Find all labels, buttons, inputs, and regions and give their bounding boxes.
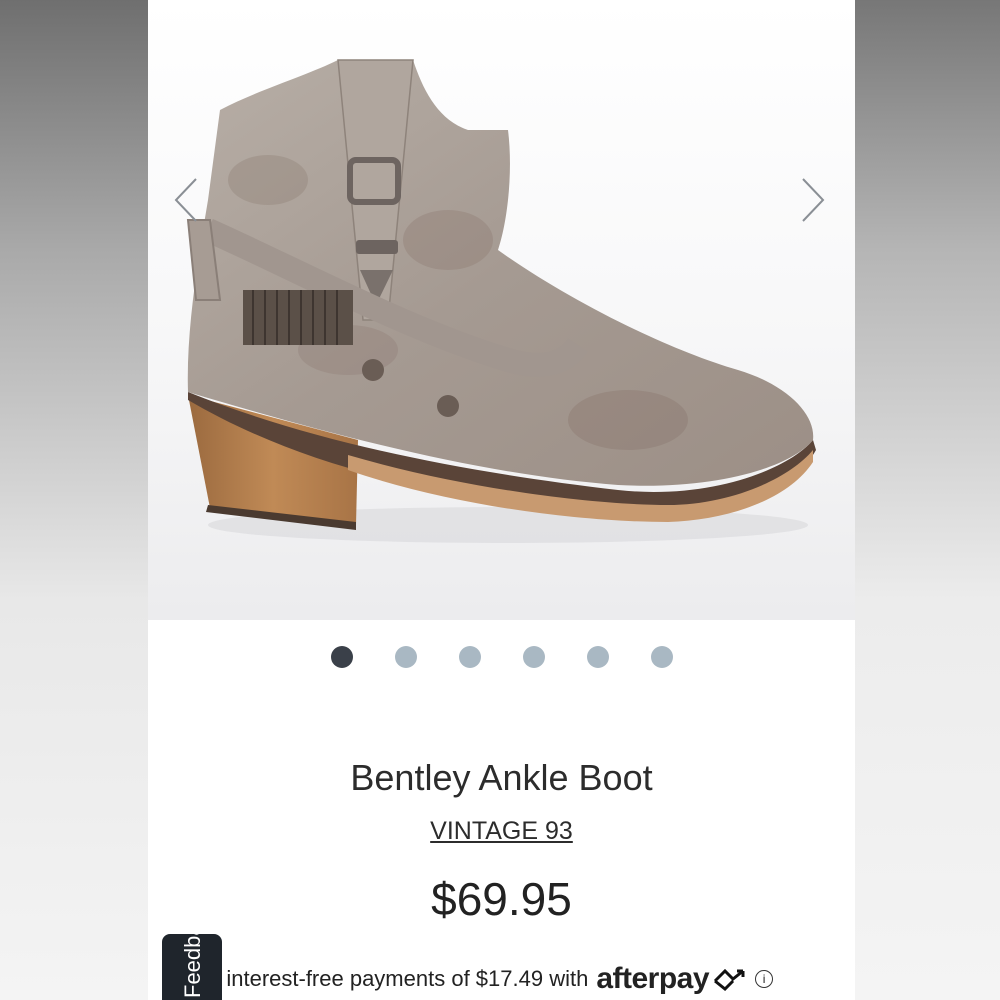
background-blur-right — [855, 0, 1000, 1000]
product-page: Bentley Ankle Boot VINTAGE 93 $69.95 4 i… — [148, 0, 855, 1000]
previous-image-button[interactable] — [166, 175, 206, 225]
boot-image — [186, 59, 816, 543]
fringe-detail — [243, 290, 353, 345]
carousel-dot[interactable] — [650, 646, 673, 668]
carousel-dot[interactable] — [394, 646, 417, 668]
carousel-dot[interactable] — [330, 646, 353, 668]
product-price: $69.95 — [431, 873, 572, 925]
feedback-tab[interactable]: Feedback — [162, 901, 222, 1000]
carousel-dot[interactable] — [522, 646, 545, 668]
brand-link[interactable]: VINTAGE 93 — [430, 817, 573, 845]
background-blur-left — [0, 0, 148, 1000]
afterpay-logo: afterpay — [596, 962, 710, 995]
info-icon[interactable]: i — [755, 970, 774, 988]
feedback-label: Feedback — [180, 901, 205, 998]
carousel-pagination — [148, 646, 855, 668]
product-title: Bentley Ankle Boot — [350, 757, 653, 798]
chevron-right-icon — [802, 178, 825, 222]
afterpay-installments: 4 interest-free payments of $17.49 with … — [208, 962, 855, 996]
afterpay-mark-icon — [713, 968, 745, 991]
product-brand: VINTAGE 93 — [148, 817, 855, 846]
next-image-button[interactable] — [793, 175, 833, 225]
installment-text: 4 interest-free payments of $17.49 with — [208, 966, 589, 991]
product-image-carousel[interactable] — [148, 0, 855, 620]
carousel-dot[interactable] — [586, 646, 609, 668]
carousel-dot[interactable] — [458, 646, 481, 668]
chevron-left-icon — [174, 178, 197, 222]
